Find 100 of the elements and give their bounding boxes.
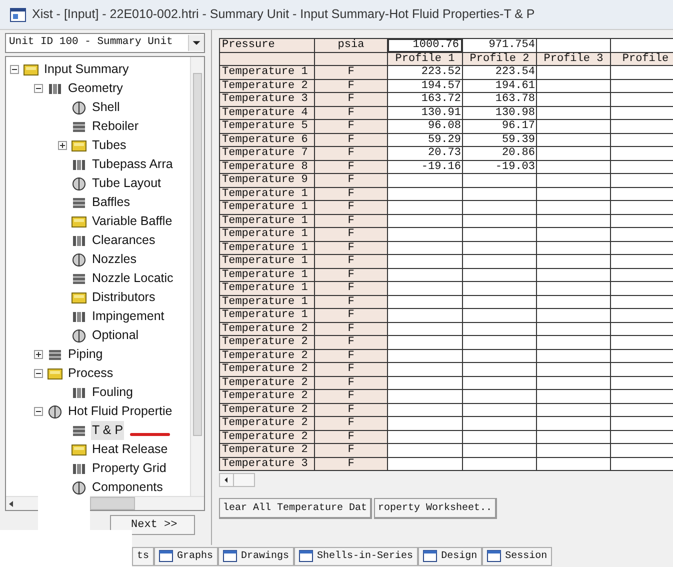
table-cell[interactable]: 59.29 — [388, 134, 463, 147]
table-cell[interactable] — [463, 376, 537, 390]
table-cell[interactable] — [388, 214, 463, 228]
bottom-tab[interactable]: ts — [132, 546, 154, 566]
table-cell[interactable] — [537, 322, 611, 336]
table-cell[interactable]: 971.754 — [463, 39, 537, 52]
table-cell[interactable] — [537, 336, 611, 350]
collapse-toggle[interactable] — [34, 84, 43, 93]
table-cell[interactable] — [463, 268, 537, 282]
table-cell[interactable] — [388, 350, 463, 363]
table-cell[interactable] — [388, 390, 463, 404]
table-cell[interactable] — [537, 417, 611, 430]
bottom-tab[interactable]: Graphs — [154, 546, 218, 566]
table-cell[interactable]: 130.91 — [388, 106, 463, 120]
table-cell[interactable] — [463, 404, 537, 417]
tree-item[interactable]: Baffles — [91, 193, 131, 212]
table-cell[interactable] — [611, 93, 673, 106]
collapse-toggle[interactable] — [34, 407, 43, 416]
table-cell[interactable] — [463, 417, 537, 430]
table-cell[interactable] — [611, 430, 673, 444]
table-cell[interactable] — [463, 322, 537, 336]
table-cell[interactable] — [463, 296, 537, 309]
collapse-toggle[interactable] — [10, 65, 19, 74]
table-cell[interactable] — [537, 80, 611, 93]
table-cell[interactable]: 223.52 — [388, 66, 463, 80]
table-cell[interactable] — [388, 417, 463, 430]
tree-item[interactable]: Process — [67, 364, 114, 383]
tree-item[interactable]: Optional — [91, 326, 140, 345]
bottom-tab[interactable]: Drawings — [218, 546, 294, 566]
table-cell[interactable] — [611, 188, 673, 201]
action-button[interactable]: roperty Worksheet.. — [374, 498, 498, 519]
table-cell[interactable] — [611, 336, 673, 350]
table-cell[interactable] — [537, 282, 611, 296]
tree-item[interactable]: Tube Layout — [91, 174, 162, 193]
table-cell[interactable] — [537, 134, 611, 147]
table-cell[interactable]: 59.39 — [463, 134, 537, 147]
tree-item[interactable]: Impingement — [91, 307, 166, 326]
table-cell[interactable]: 223.54 — [463, 66, 537, 80]
table-cell[interactable] — [611, 134, 673, 147]
table-cell[interactable] — [537, 228, 611, 242]
table-cell[interactable] — [611, 255, 673, 268]
table-cell[interactable] — [388, 363, 463, 376]
table-cell[interactable]: -19.16 — [388, 160, 463, 174]
tree-item[interactable]: Distributors — [91, 288, 156, 307]
table-cell[interactable] — [611, 214, 673, 228]
table-cell[interactable] — [537, 404, 611, 417]
table-cell[interactable]: 96.08 — [388, 120, 463, 134]
table-cell[interactable] — [537, 268, 611, 282]
table-cell[interactable]: 96.17 — [463, 120, 537, 134]
table-cell[interactable] — [537, 309, 611, 322]
tree-item[interactable]: Components — [91, 478, 164, 496]
table-cell[interactable]: -19.03 — [463, 160, 537, 174]
table-cell[interactable] — [388, 201, 463, 214]
tree-item[interactable]: Piping — [67, 345, 104, 364]
table-cell[interactable] — [611, 106, 673, 120]
table-cell[interactable] — [611, 160, 673, 174]
table-cell[interactable] — [537, 242, 611, 255]
table-cell[interactable]: 130.98 — [463, 106, 537, 120]
table-cell[interactable] — [537, 214, 611, 228]
table-cell[interactable] — [388, 336, 463, 350]
table-cell[interactable]: 163.78 — [463, 93, 537, 106]
table-cell[interactable] — [388, 458, 463, 471]
table-cell[interactable]: 163.72 — [388, 93, 463, 106]
table-cell[interactable] — [388, 404, 463, 417]
action-button[interactable]: lear All Temperature Dat — [219, 498, 372, 519]
table-cell[interactable]: 194.61 — [463, 80, 537, 93]
table-cell[interactable] — [463, 458, 537, 471]
table-cell[interactable] — [537, 39, 611, 52]
tree-item[interactable]: Clearances — [91, 231, 156, 250]
table-cell[interactable] — [537, 160, 611, 174]
tree-item[interactable]: Property Grid — [91, 459, 168, 478]
table-cell[interactable] — [611, 120, 673, 134]
scroll-left-button[interactable] — [6, 497, 38, 510]
tree-item[interactable]: Fouling — [91, 383, 134, 402]
tree-item[interactable]: Variable Baffle — [91, 212, 174, 231]
table-cell[interactable]: 194.57 — [388, 80, 463, 93]
table-cell[interactable] — [388, 444, 463, 458]
table-cell[interactable] — [388, 242, 463, 255]
table-cell[interactable] — [463, 282, 537, 296]
tree-item[interactable]: Nozzles — [91, 250, 138, 269]
table-cell[interactable] — [537, 430, 611, 444]
table-cell[interactable] — [388, 188, 463, 201]
table-cell[interactable] — [611, 458, 673, 471]
scroll-thumb[interactable] — [90, 497, 135, 510]
collapse-toggle[interactable] — [34, 369, 43, 378]
tree-item[interactable]: Nozzle Locatic — [91, 269, 174, 288]
table-cell[interactable] — [611, 376, 673, 390]
table-cell[interactable] — [388, 430, 463, 444]
table-cell[interactable] — [537, 174, 611, 188]
table-cell[interactable] — [611, 350, 673, 363]
table-cell[interactable] — [611, 268, 673, 282]
table-cell[interactable] — [611, 80, 673, 93]
table-cell[interactable] — [388, 174, 463, 188]
table-cell[interactable] — [537, 93, 611, 106]
table-cell[interactable] — [537, 444, 611, 458]
table-cell[interactable] — [463, 228, 537, 242]
table-cell[interactable]: 20.86 — [463, 147, 537, 160]
table-cell[interactable] — [463, 309, 537, 322]
table-cell[interactable] — [537, 147, 611, 160]
tree-item[interactable]: Input Summary — [43, 60, 130, 79]
